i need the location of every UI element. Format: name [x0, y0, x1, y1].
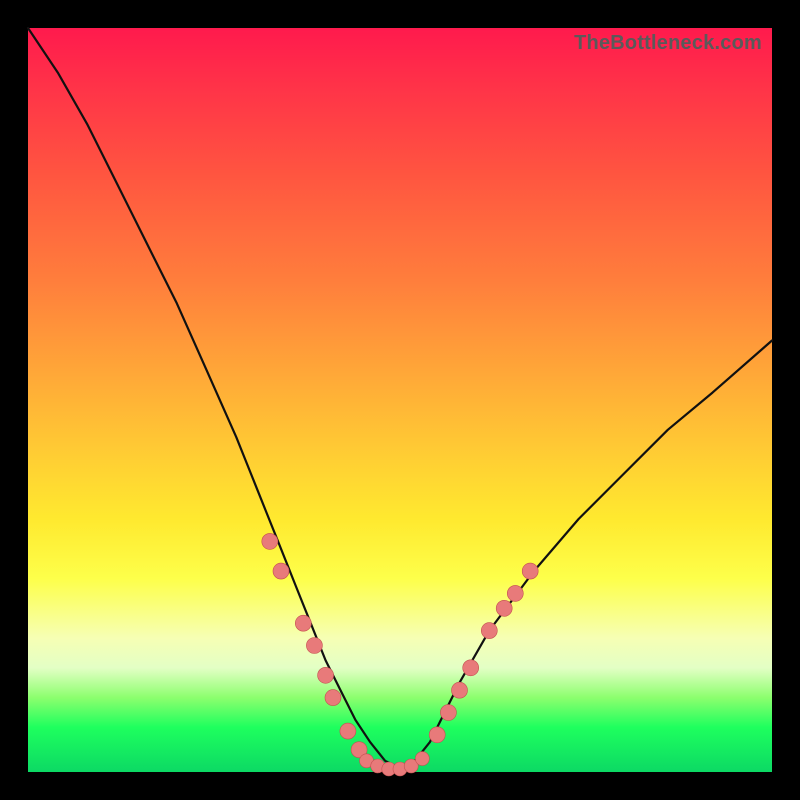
curve-dots-right	[429, 563, 538, 743]
curve-dot	[496, 600, 512, 616]
curve-dot	[429, 727, 445, 743]
curve-dot	[452, 682, 468, 698]
curve-dot	[340, 723, 356, 739]
curve-dot	[262, 533, 278, 549]
curve-dot	[463, 660, 479, 676]
curve-dot	[325, 690, 341, 706]
chart-plot-area: TheBottleneck.com	[28, 28, 772, 772]
curve-dot	[318, 667, 334, 683]
curve-dot	[306, 638, 322, 654]
curve-dot	[440, 705, 456, 721]
bottleneck-curve-svg	[28, 28, 772, 772]
curve-dots-bottom	[360, 752, 430, 776]
curve-dot	[273, 563, 289, 579]
bottleneck-curve-path	[28, 28, 772, 768]
curve-dot	[295, 615, 311, 631]
chart-frame: TheBottleneck.com	[0, 0, 800, 800]
curve-dots-left	[262, 533, 367, 757]
curve-dot	[481, 623, 497, 639]
curve-dot	[522, 563, 538, 579]
curve-dot	[415, 752, 429, 766]
curve-dot	[507, 585, 523, 601]
